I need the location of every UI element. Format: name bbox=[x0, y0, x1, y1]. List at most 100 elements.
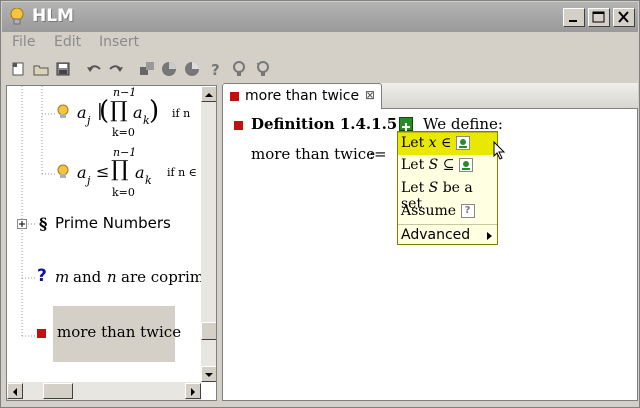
insert-popup-menu: Let x ∈ Let S ⊆ Let S be a set Assume ? … bbox=[397, 131, 498, 245]
product-symbol: ∏ bbox=[111, 157, 129, 182]
math-symbol: a bbox=[77, 163, 87, 182]
scroll-thumb[interactable] bbox=[201, 322, 216, 340]
popup-var: x bbox=[428, 135, 437, 151]
popup-text: ⊆ bbox=[438, 157, 459, 173]
popup-var: S bbox=[428, 157, 439, 173]
tree-item-coprime[interactable]: ? m and n are coprim bbox=[35, 266, 204, 290]
tab-label: more than twice bbox=[245, 88, 360, 104]
scroll-left-button[interactable] bbox=[7, 383, 23, 399]
open-icon[interactable] bbox=[31, 59, 51, 79]
menu-file[interactable]: File bbox=[12, 34, 35, 50]
math-symbol: a bbox=[135, 163, 145, 182]
toolbar: ? bbox=[2, 56, 638, 82]
popup-item-let-set[interactable]: Let S be a set bbox=[398, 178, 497, 212]
tab-more-than-twice[interactable]: more than twice ⊠ bbox=[222, 83, 382, 109]
undo-icon[interactable] bbox=[84, 59, 104, 79]
popup-text: Assume bbox=[401, 203, 461, 219]
math-condition: if n ∈ bbox=[167, 166, 197, 179]
new-icon[interactable] bbox=[9, 59, 29, 79]
popup-item-let-subset[interactable]: Let S ⊆ bbox=[398, 155, 497, 178]
hscroll-thumb[interactable] bbox=[43, 383, 73, 399]
definition-marker-icon bbox=[37, 329, 46, 338]
pie-icon[interactable] bbox=[159, 59, 179, 79]
placeholder-icon bbox=[455, 136, 470, 150]
close-button[interactable] bbox=[613, 8, 635, 27]
arrow-down-icon bbox=[205, 373, 213, 377]
tree-vertical-scrollbar[interactable] bbox=[201, 86, 216, 382]
arrow-right-icon bbox=[191, 388, 195, 396]
math-relation: ≤ bbox=[96, 162, 110, 181]
maximize-button[interactable] bbox=[588, 8, 610, 27]
tree-item-theorem-1[interactable]: a j | n−1 ( ∏ a k ) k=0 if n bbox=[55, 86, 201, 146]
svg-text:?: ? bbox=[211, 61, 220, 79]
scroll-right-button[interactable] bbox=[185, 383, 201, 399]
window-title: HLM bbox=[32, 6, 74, 26]
expand-icon[interactable] bbox=[17, 219, 27, 229]
menu-edit[interactable]: Edit bbox=[54, 34, 81, 50]
scroll-down-button[interactable] bbox=[201, 366, 216, 382]
product-lower: k=0 bbox=[112, 126, 135, 139]
minimize-icon bbox=[569, 20, 577, 22]
tree-panel: a j | n−1 ( ∏ a k ) k=0 if n a j ≤ n−1 ∏… bbox=[6, 85, 217, 401]
definition-heading: Definition 1.4.1.51. bbox=[251, 115, 413, 133]
tab-close-icon[interactable]: ⊠ bbox=[365, 88, 375, 102]
tree-item-more-than-twice[interactable]: more than twice bbox=[35, 306, 201, 362]
popup-text: ∈ bbox=[436, 135, 456, 151]
math-symbol: n bbox=[107, 268, 117, 286]
menu-insert[interactable]: Insert bbox=[99, 34, 139, 50]
paren-left: ( bbox=[99, 96, 110, 126]
maximize-icon bbox=[592, 11, 605, 23]
paren-right: ) bbox=[149, 96, 160, 126]
editor-content[interactable]: Definition 1.4.1.51. We define: more tha… bbox=[222, 109, 638, 401]
lightbulb-icon bbox=[57, 164, 69, 178]
tree-item-prime-numbers[interactable]: § Prime Numbers bbox=[15, 212, 201, 236]
product-symbol: ∏ bbox=[110, 98, 128, 123]
tree-text: and bbox=[73, 268, 102, 286]
popup-item-assume[interactable]: Assume ? bbox=[398, 201, 497, 224]
tree-item-theorem-2[interactable]: a j ≤ n−1 ∏ a k k=0 if n ∈ bbox=[55, 144, 201, 204]
save-icon[interactable] bbox=[53, 59, 73, 79]
math-subscript: j bbox=[87, 114, 91, 127]
product-lower: k=0 bbox=[112, 186, 135, 199]
math-condition: if n bbox=[172, 107, 191, 120]
popup-text: Let bbox=[401, 135, 429, 151]
math-symbol: a bbox=[77, 103, 87, 122]
arrow-up-icon bbox=[205, 93, 213, 97]
lightbulb-icon bbox=[10, 8, 24, 25]
lightbulb-icon bbox=[57, 104, 69, 118]
question-placeholder-icon: ? bbox=[460, 204, 475, 218]
tree-item-label: Prime Numbers bbox=[55, 214, 171, 232]
pie2-icon[interactable] bbox=[182, 59, 202, 79]
math-symbol: m bbox=[55, 268, 70, 286]
popup-item-advanced[interactable]: Advanced bbox=[398, 224, 497, 247]
scroll-up-button[interactable] bbox=[201, 86, 216, 102]
popup-item-let-element[interactable]: Let x ∈ bbox=[398, 132, 497, 155]
placeholder-icon bbox=[458, 158, 473, 172]
popup-var: S bbox=[428, 180, 439, 196]
app-window: HLM File Edit Insert ? a j | n−1 (∏ a k… bbox=[0, 0, 640, 408]
menu-bar: File Edit Insert bbox=[2, 32, 638, 54]
question-icon: ? bbox=[37, 266, 47, 286]
close-icon bbox=[618, 11, 629, 23]
tree-item-label: more than twice bbox=[57, 323, 182, 341]
insert-icon[interactable] bbox=[137, 59, 157, 79]
help-icon[interactable]: ? bbox=[206, 59, 226, 79]
assign-operator: := bbox=[369, 145, 387, 163]
tree-text: are coprim bbox=[121, 268, 204, 286]
popup-text: Advanced bbox=[401, 227, 471, 243]
redo-icon[interactable] bbox=[106, 59, 126, 79]
editor-panel: more than twice ⊠ Definition 1.4.1.51. W… bbox=[222, 83, 638, 401]
definition-term: more than twice bbox=[251, 145, 376, 163]
popup-text: Let bbox=[401, 180, 429, 196]
section-icon: § bbox=[39, 214, 48, 233]
tree-horizontal-scrollbar[interactable] bbox=[7, 382, 201, 400]
title-bar: HLM bbox=[2, 2, 638, 32]
math-subscript: k bbox=[145, 174, 152, 187]
popup-text: Let bbox=[401, 157, 429, 173]
hint2-icon[interactable] bbox=[253, 59, 273, 79]
definition-marker-icon bbox=[234, 121, 243, 130]
insert-placeholder-button[interactable] bbox=[399, 117, 413, 131]
math-subscript: j bbox=[87, 174, 91, 187]
minimize-button[interactable] bbox=[563, 8, 585, 27]
hint-icon[interactable] bbox=[229, 59, 249, 79]
